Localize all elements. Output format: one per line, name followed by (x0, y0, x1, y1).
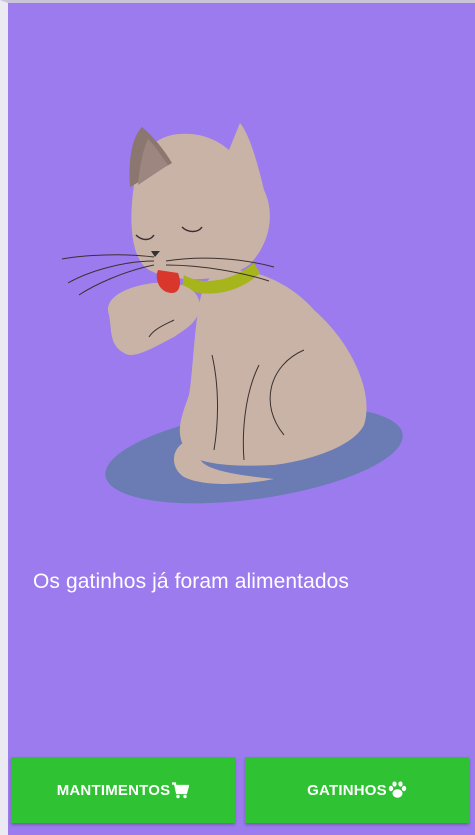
cart-icon (171, 781, 190, 799)
app-screen: Os gatinhos já foram alimentados MANTIME… (0, 0, 475, 835)
cat-illustration (61, 123, 403, 504)
bottom-navigation: MANTIMENTOS GATINHOS (11, 757, 469, 823)
supplies-button[interactable]: MANTIMENTOS (11, 757, 235, 823)
kittens-button-label: GATINHOS (307, 781, 387, 799)
paw-icon (388, 781, 407, 799)
fed-status-message: Os gatinhos já foram alimentados (33, 570, 350, 593)
kittens-button[interactable]: GATINHOS (245, 757, 469, 823)
cat-body (179, 270, 367, 466)
supplies-button-label: MANTIMENTOS (56, 781, 171, 799)
cat-paw (108, 282, 200, 355)
